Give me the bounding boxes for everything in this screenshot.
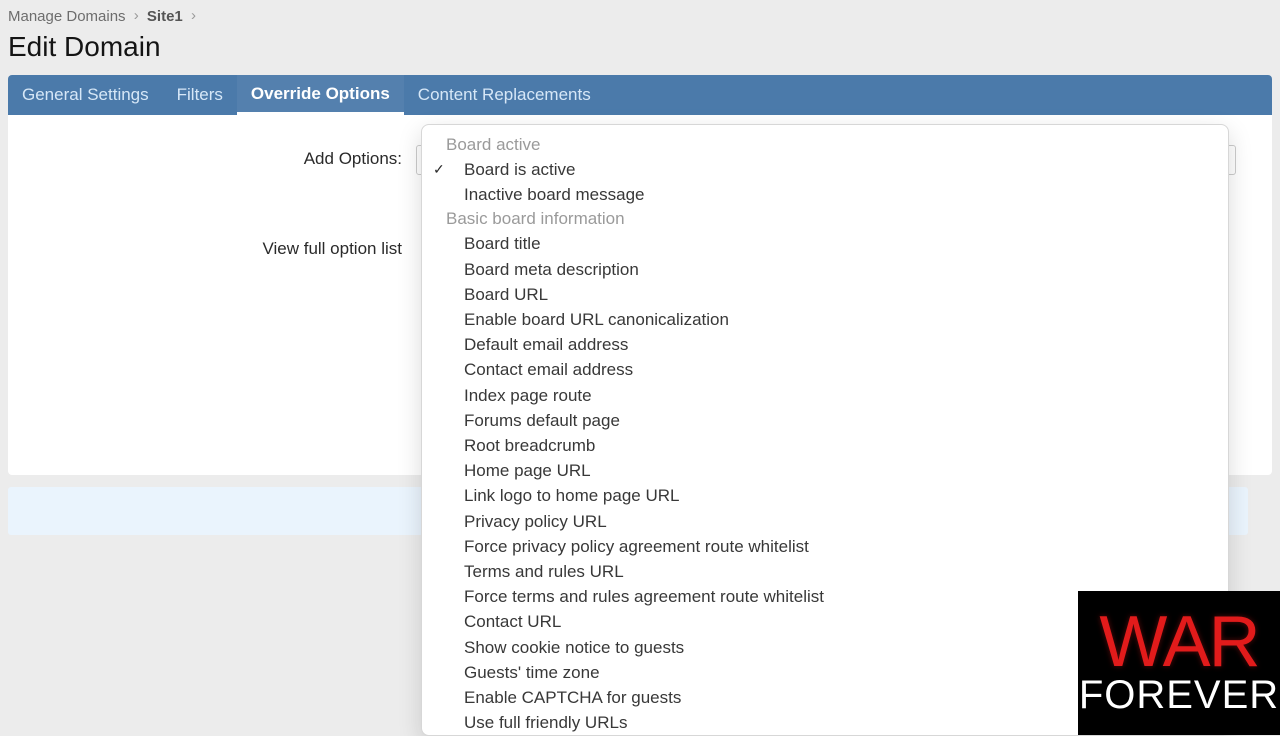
dropdown-item-label: Index page route <box>464 386 592 405</box>
dropdown-item-label: Board title <box>464 234 541 253</box>
dropdown-item-contact-email-address[interactable]: Contact email address <box>422 357 1228 382</box>
page-title: Edit Domain <box>8 31 1272 63</box>
dropdown-item-inactive-board-message[interactable]: Inactive board message <box>422 182 1228 207</box>
dropdown-item-board-is-active[interactable]: ✓ Board is active <box>422 157 1228 182</box>
tab-filters[interactable]: Filters <box>163 75 237 115</box>
dropdown-item-label: Board is active <box>464 160 576 179</box>
dropdown-item-label: Root breadcrumb <box>464 436 595 455</box>
dropdown-item-label: Force privacy policy agreement route whi… <box>464 537 809 556</box>
dropdown-item-terms-and-rules-url[interactable]: Terms and rules URL <box>422 559 1228 584</box>
dropdown-item-board-meta-description[interactable]: Board meta description <box>422 257 1228 282</box>
dropdown-item-forums-default-page[interactable]: Forums default page <box>422 408 1228 433</box>
dropdown-item-label: Forums default page <box>464 411 620 430</box>
breadcrumb-item-site1[interactable]: Site1 <box>147 8 183 25</box>
view-full-option-list-label: View full option list <box>26 235 416 263</box>
dropdown-item-label: Link logo to home page URL <box>464 486 679 505</box>
dropdown-item-label: Privacy policy URL <box>464 512 607 531</box>
logo-text-forever: FOREVER <box>1079 674 1279 716</box>
chevron-right-icon: › <box>191 7 196 24</box>
dropdown-item-label: Contact email address <box>464 360 633 379</box>
dropdown-item-home-page-url[interactable]: Home page URL <box>422 458 1228 483</box>
chevron-right-icon: › <box>134 7 139 24</box>
dropdown-item-label: Board URL <box>464 285 548 304</box>
dropdown-item-label: Force terms and rules agreement route wh… <box>464 587 824 606</box>
logo-text-war: WAR <box>1099 610 1258 674</box>
dropdown-item-label: Terms and rules URL <box>464 562 624 581</box>
dropdown-item-label: Home page URL <box>464 461 591 480</box>
add-options-label: Add Options: <box>26 145 416 173</box>
dropdown-item-label: Contact URL <box>464 612 561 631</box>
dropdown-group-board-active: Board active <box>422 133 1228 157</box>
dropdown-item-board-title[interactable]: Board title <box>422 231 1228 256</box>
dropdown-item-label: Show cookie notice to guests <box>464 638 684 657</box>
tab-bar: General Settings Filters Override Option… <box>8 75 1272 115</box>
breadcrumb: Manage Domains › Site1 › <box>8 8 1272 25</box>
dropdown-item-label: Inactive board message <box>464 185 645 204</box>
logo-war-forever: WAR FOREVER <box>1078 591 1280 735</box>
dropdown-item-label: Default email address <box>464 335 628 354</box>
dropdown-item-force-privacy-policy-agreement-route-whitelist[interactable]: Force privacy policy agreement route whi… <box>422 534 1228 559</box>
breadcrumb-item-manage-domains[interactable]: Manage Domains <box>8 8 126 25</box>
dropdown-item-root-breadcrumb[interactable]: Root breadcrumb <box>422 433 1228 458</box>
tab-general-settings[interactable]: General Settings <box>8 75 163 115</box>
dropdown-item-link-logo-to-home-page-url[interactable]: Link logo to home page URL <box>422 483 1228 508</box>
dropdown-item-privacy-policy-url[interactable]: Privacy policy URL <box>422 509 1228 534</box>
dropdown-item-default-email-address[interactable]: Default email address <box>422 332 1228 357</box>
tab-content-replacements[interactable]: Content Replacements <box>404 75 605 115</box>
dropdown-group-basic-board-information: Basic board information <box>422 207 1228 231</box>
dropdown-item-enable-board-url-canonicalization[interactable]: Enable board URL canonicalization <box>422 307 1228 332</box>
dropdown-item-label: Enable CAPTCHA for guests <box>464 688 681 707</box>
dropdown-item-label: Board meta description <box>464 260 639 279</box>
tab-override-options[interactable]: Override Options <box>237 75 404 115</box>
dropdown-item-label: Enable board URL canonicalization <box>464 310 729 329</box>
dropdown-item-label: Use full friendly URLs <box>464 713 627 732</box>
check-icon: ✓ <box>433 158 445 181</box>
dropdown-item-board-url[interactable]: Board URL <box>422 282 1228 307</box>
dropdown-item-label: Guests' time zone <box>464 663 600 682</box>
dropdown-item-index-page-route[interactable]: Index page route <box>422 383 1228 408</box>
